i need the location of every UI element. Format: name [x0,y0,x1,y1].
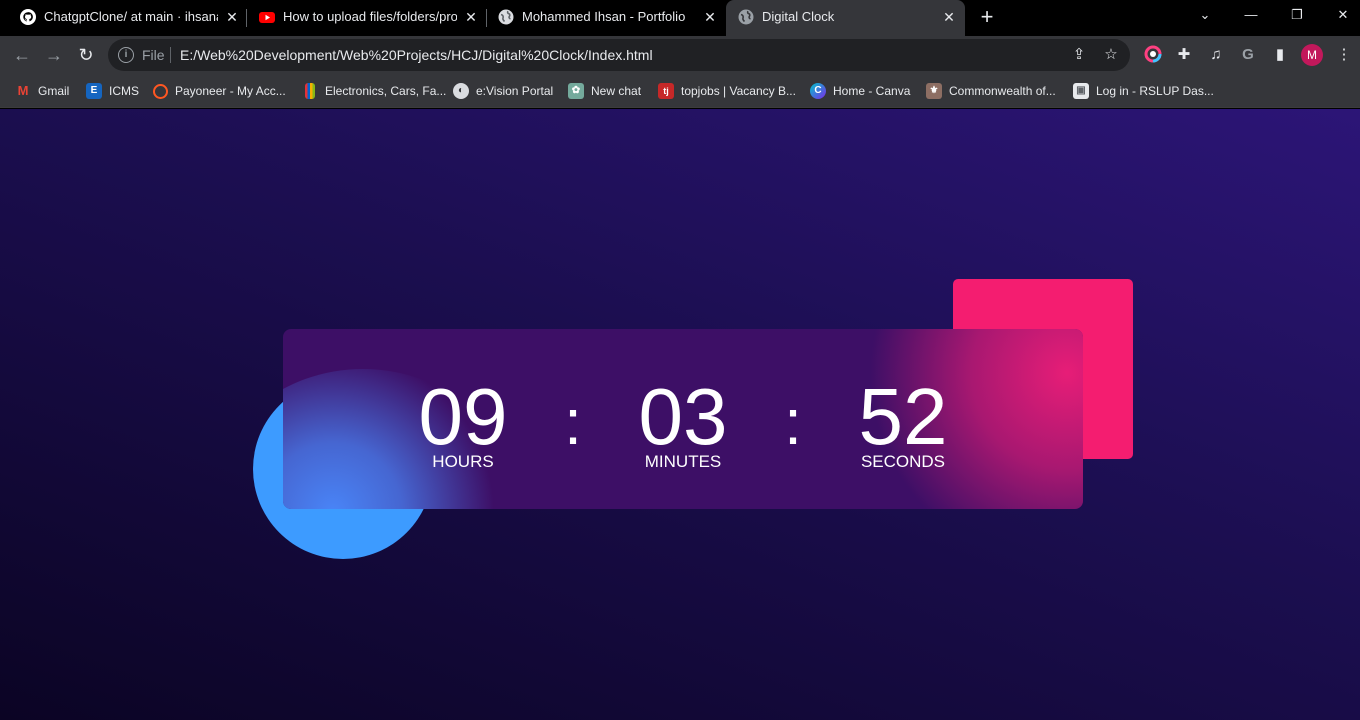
page-viewport: 09 HOURS : 03 MINUTES : 52 SECONDS [0,109,1360,720]
forward-button[interactable]: → [41,42,67,68]
bookmark-evision[interactable]: ◐ e:Vision Portal [453,82,553,100]
info-icon[interactable]: i [118,47,134,63]
bookmark-label: Commonwealth of... [949,84,1056,98]
ebay-icon [305,83,315,99]
close-icon[interactable]: ✕ [223,8,241,26]
minutes-label: MINUTES [644,452,722,471]
seconds-value: 52 [858,372,948,461]
seconds-label: SECONDS [860,452,946,471]
bookmark-label: e:Vision Portal [476,84,554,98]
bookmark-label: topjobs | Vacancy B... [681,84,796,98]
tab-chatgptclone[interactable]: ChatgptClone/ at main · ihsanakmal ✕ [8,0,246,34]
tab-youtube[interactable]: How to upload files/folders/project ✕ [247,0,485,34]
extensions-puzzle-icon[interactable]: ✚ [1174,45,1194,65]
gmail-icon: M [17,83,29,98]
color-extension-icon[interactable] [1143,45,1163,65]
github-icon [20,9,36,25]
youtube-icon [259,12,275,23]
globe-icon [738,9,754,25]
tab-portfolio[interactable]: Mohammed Ihsan - Portfolio ✕ [486,0,724,34]
bookmark-topjobs[interactable]: tj topjobs | Vacancy B... [658,82,796,100]
bookmark-label: Log in - RSLUP Das... [1096,84,1214,98]
minutes-unit: 03 MINUTES [613,375,753,471]
url-scheme: File [142,47,165,63]
browser-toolbar: ← → ↻ i File E:/Web%20Development/Web%20… [0,36,1360,73]
new-tab-button[interactable]: + [976,6,998,28]
color-wheel-icon [1144,45,1162,63]
seconds-unit: 52 SECONDS [833,375,973,471]
bookmark-gmail[interactable]: M Gmail [15,82,70,100]
bookmark-label: ICMS [109,84,139,98]
clock-separator: : [784,386,802,458]
tab-title: How to upload files/folders/project [283,9,457,24]
bookmark-star-icon[interactable]: ☆ [1102,46,1120,64]
page-icon: ▣ [1073,83,1089,99]
share-icon[interactable]: ⇪ [1070,46,1088,64]
bookmark-new-chat[interactable]: ✿ New chat [568,82,641,100]
tab-digital-clock[interactable]: Digital Clock ✕ [726,0,965,36]
bookmark-label: Payoneer - My Acc... [175,84,286,98]
back-button[interactable]: ← [9,42,35,68]
media-playlist-icon[interactable]: ♫ [1206,45,1226,65]
google-icon[interactable]: G [1238,45,1258,65]
tab-title: Mohammed Ihsan - Portfolio [522,9,686,24]
icms-icon: E [86,83,102,99]
bookmark-ebay[interactable]: Electronics, Cars, Fa... [302,82,446,100]
clock-separator: : [564,386,582,458]
menu-kebab-icon[interactable]: ⋮ [1334,45,1354,65]
close-icon[interactable]: ✕ [940,8,958,26]
payoneer-icon [153,83,168,99]
bookmark-label: Electronics, Cars, Fa... [325,84,447,98]
hours-label: HOURS [432,452,494,471]
globe-icon [498,9,514,25]
bookmark-label: Home - Canva [833,84,911,98]
bookmark-icms[interactable]: E ICMS [86,82,139,100]
bookmark-commonwealth[interactable]: ⚜ Commonwealth of... [926,82,1056,100]
close-icon[interactable]: ✕ [462,8,480,26]
url-text[interactable]: E:/Web%20Development/Web%20Projects/HCJ/… [180,47,653,63]
bookmark-canva[interactable]: C Home - Canva [810,82,910,100]
bookmark-rslup[interactable]: ▣ Log in - RSLUP Das... [1073,82,1214,100]
minimize-button[interactable]: — [1239,4,1263,26]
chatgpt-icon: ✿ [568,83,584,99]
hours-value: 09 [418,372,508,461]
tab-title: ChatgptClone/ at main · ihsanakmal [44,9,218,24]
omnibox-divider [170,47,171,63]
commonwealth-icon: ⚜ [926,83,942,99]
topjobs-icon: tj [658,83,674,99]
bookmark-payoneer[interactable]: Payoneer - My Acc... [153,82,286,100]
minutes-value: 03 [638,372,728,461]
tab-strip: ChatgptClone/ at main · ihsanakmal ✕ How… [0,0,1360,36]
address-bar[interactable]: i File E:/Web%20Development/Web%20Projec… [108,39,1130,71]
profile-avatar[interactable]: M [1301,44,1323,66]
close-icon[interactable]: ✕ [701,8,719,26]
close-window-button[interactable]: ✕ [1331,4,1355,26]
side-panel-icon[interactable]: ▮ [1270,45,1290,65]
reload-button[interactable]: ↻ [73,42,99,68]
bookmark-label: New chat [591,84,642,98]
restore-button[interactable]: ❐ [1285,4,1309,26]
canva-icon: C [810,83,826,99]
tab-title: Digital Clock [762,9,835,24]
bookmarks-bar: M Gmail E ICMS Payoneer - My Acc... Elec… [0,73,1360,108]
globe-icon: ◐ [453,83,469,99]
digital-clock: 09 HOURS : 03 MINUTES : 52 SECONDS [283,329,1083,509]
hours-unit: 09 HOURS [393,375,533,471]
bookmark-label: Gmail [38,84,70,98]
clock-card: 09 HOURS : 03 MINUTES : 52 SECONDS [283,329,1083,509]
tab-search-icon[interactable]: ⌄ [1193,4,1217,26]
